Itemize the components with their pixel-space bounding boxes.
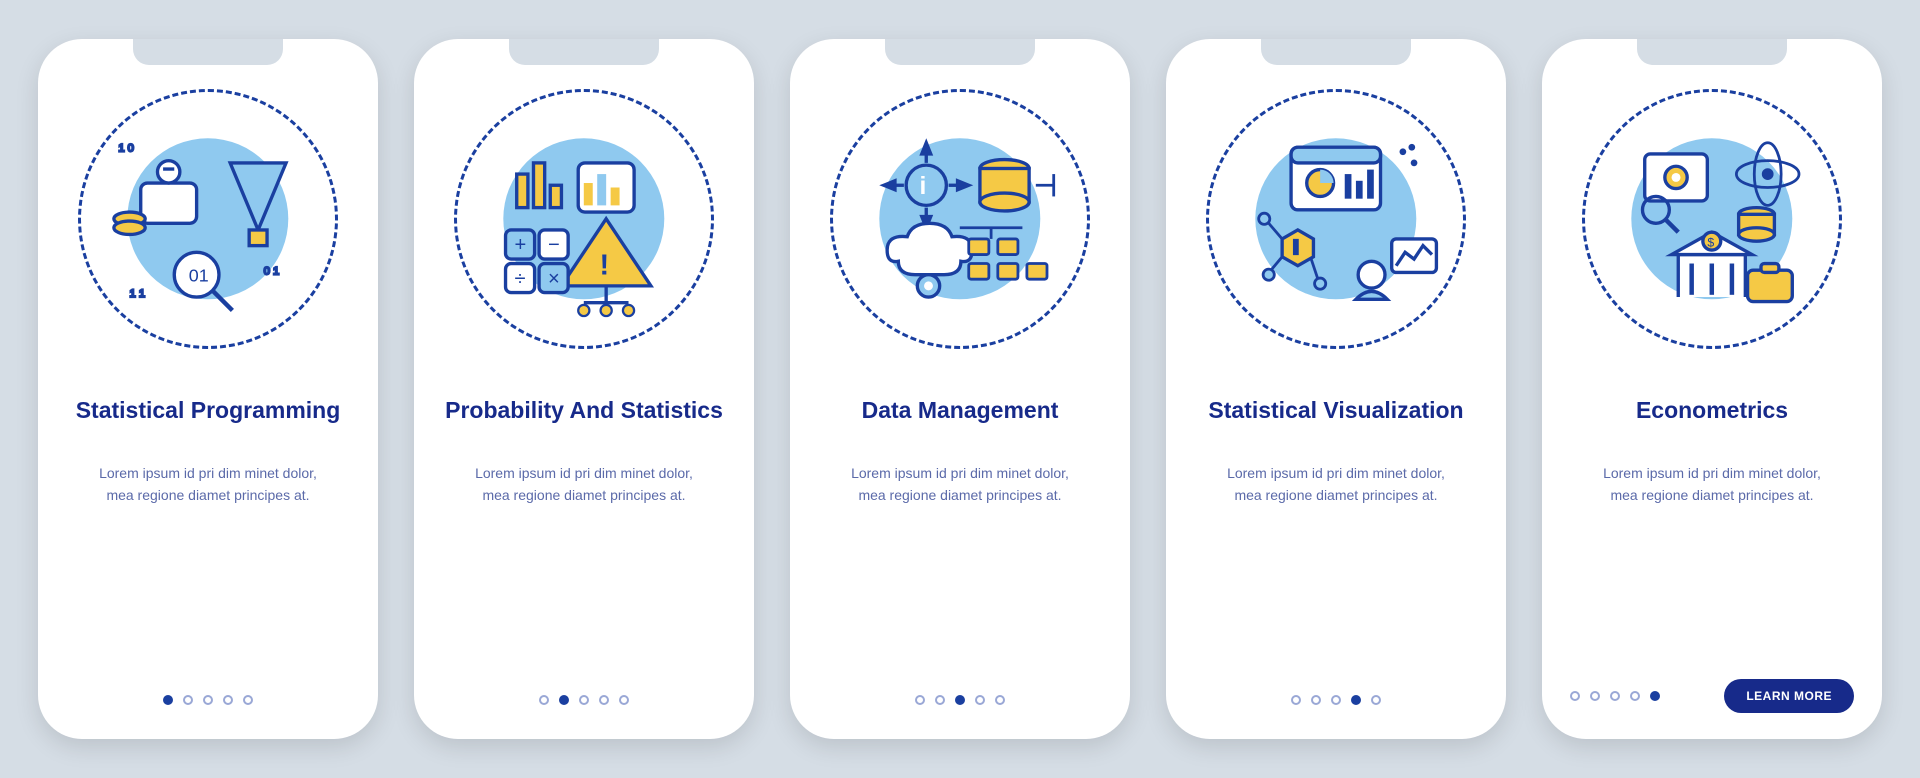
page-dot-4[interactable] xyxy=(223,695,233,705)
learn-more-button[interactable]: LEARN MORE xyxy=(1724,679,1854,713)
statistical-programming-illustration: 01 1 0 0 1 1 1 xyxy=(96,107,320,331)
phone-notch xyxy=(885,39,1035,65)
card-title: Statistical Visualization xyxy=(1208,381,1463,439)
svg-text:1 1: 1 1 xyxy=(130,288,146,300)
onboarding-card-4: i Statistical Visualization Lorem ipsum … xyxy=(1166,39,1506,739)
statistical-visualization-illustration: i xyxy=(1224,107,1448,331)
phone-notch xyxy=(133,39,283,65)
page-dots xyxy=(915,695,1005,705)
card-description: Lorem ipsum id pri dim minet dolor, mea … xyxy=(1216,463,1456,506)
page-dot-3[interactable] xyxy=(579,695,589,705)
page-dot-3[interactable] xyxy=(203,695,213,705)
card-title: Probability And Statistics xyxy=(445,381,723,439)
onboarding-card-2: ! + − ÷ × Probability And Statistics Lor… xyxy=(414,39,754,739)
probability-statistics-illustration: ! + − ÷ × xyxy=(472,107,696,331)
page-dot-1[interactable] xyxy=(915,695,925,705)
page-dot-2[interactable] xyxy=(935,695,945,705)
svg-text:+: + xyxy=(515,234,527,256)
page-dot-3[interactable] xyxy=(955,695,965,705)
card-title: Econometrics xyxy=(1636,381,1788,439)
illustration-frame: i xyxy=(1206,89,1466,349)
page-dot-1[interactable] xyxy=(539,695,549,705)
page-dots xyxy=(539,695,629,705)
svg-text:01: 01 xyxy=(189,266,209,286)
illustration-frame: i xyxy=(830,89,1090,349)
phone-notch xyxy=(1637,39,1787,65)
card-description: Lorem ipsum id pri dim minet dolor, mea … xyxy=(840,463,1080,506)
illustration-frame: ! + − ÷ × xyxy=(454,89,714,349)
svg-text:1 0: 1 0 xyxy=(119,143,135,155)
page-dot-5[interactable] xyxy=(619,695,629,705)
page-dot-2[interactable] xyxy=(183,695,193,705)
page-dot-5[interactable] xyxy=(1650,691,1660,701)
page-dot-5[interactable] xyxy=(1371,695,1381,705)
svg-text:0 1: 0 1 xyxy=(264,266,280,278)
page-dot-2[interactable] xyxy=(1590,691,1600,701)
card-description: Lorem ipsum id pri dim minet dolor, mea … xyxy=(464,463,704,506)
page-dot-3[interactable] xyxy=(1610,691,1620,701)
svg-text:×: × xyxy=(548,268,560,290)
svg-text:−: − xyxy=(548,234,560,256)
svg-text:÷: ÷ xyxy=(515,268,526,290)
svg-text:i: i xyxy=(920,173,927,200)
page-dot-4[interactable] xyxy=(599,695,609,705)
svg-text:i: i xyxy=(1294,238,1299,258)
page-dot-5[interactable] xyxy=(995,695,1005,705)
card-description: Lorem ipsum id pri dim minet dolor, mea … xyxy=(1592,463,1832,506)
phone-notch xyxy=(509,39,659,65)
illustration-frame: $ xyxy=(1582,89,1842,349)
card-title: Data Management xyxy=(862,381,1059,439)
card-description: Lorem ipsum id pri dim minet dolor, mea … xyxy=(88,463,328,506)
onboarding-card-1: 01 1 0 0 1 1 1 Statistical Programming Lor… xyxy=(38,39,378,739)
page-dot-1[interactable] xyxy=(1291,695,1301,705)
data-management-illustration: i xyxy=(848,107,1072,331)
onboarding-card-5: $ Econometrics Lorem ipsum id pri dim mi… xyxy=(1542,39,1882,739)
page-dot-4[interactable] xyxy=(975,695,985,705)
page-dot-5[interactable] xyxy=(243,695,253,705)
page-dots xyxy=(1570,691,1660,701)
page-dot-3[interactable] xyxy=(1331,695,1341,705)
card-title: Statistical Programming xyxy=(76,381,341,439)
illustration-frame: 01 1 0 0 1 1 1 xyxy=(78,89,338,349)
page-dots xyxy=(1291,695,1381,705)
econometrics-illustration: $ xyxy=(1600,107,1824,331)
card-footer: LEARN MORE xyxy=(1542,679,1882,713)
phone-notch xyxy=(1261,39,1411,65)
page-dot-1[interactable] xyxy=(1570,691,1580,701)
onboarding-card-3: i Data Management Lorem ipsum id pri dim… xyxy=(790,39,1130,739)
page-dot-4[interactable] xyxy=(1630,691,1640,701)
svg-text:$: $ xyxy=(1708,236,1715,250)
page-dot-2[interactable] xyxy=(1311,695,1321,705)
page-dots xyxy=(163,695,253,705)
svg-text:!: ! xyxy=(600,250,610,282)
page-dot-2[interactable] xyxy=(559,695,569,705)
page-dot-4[interactable] xyxy=(1351,695,1361,705)
page-dot-1[interactable] xyxy=(163,695,173,705)
